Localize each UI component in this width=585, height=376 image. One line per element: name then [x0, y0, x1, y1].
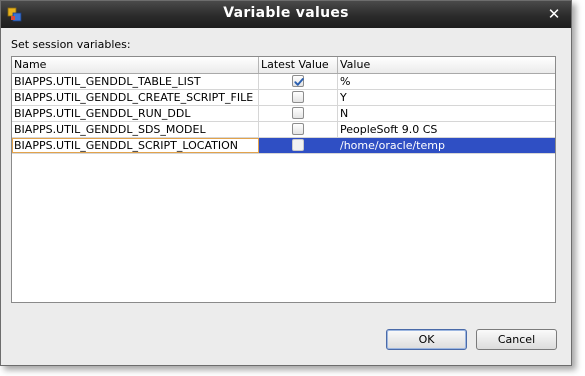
column-header-name[interactable]: Name: [12, 57, 259, 73]
variable-name-cell[interactable]: BIAPPS.UTIL_GENDDL_SDS_MODEL: [12, 122, 259, 137]
variable-value-cell[interactable]: /home/oracle/temp: [338, 138, 555, 153]
latest-value-checkbox[interactable]: [292, 123, 304, 135]
section-label: Set session variables:: [11, 38, 131, 51]
table-row[interactable]: BIAPPS.UTIL_GENDDL_SDS_MODEL PeopleSoft …: [12, 122, 555, 138]
variable-name-cell[interactable]: BIAPPS.UTIL_GENDDL_CREATE_SCRIPT_FILE: [12, 90, 259, 105]
variable-values-dialog: Variable values ✕ Set session variables:…: [0, 0, 572, 366]
title-bar[interactable]: Variable values ✕: [1, 1, 571, 28]
latest-value-checkbox[interactable]: [292, 107, 304, 119]
table-header: Name Latest Value Value: [12, 57, 555, 74]
variable-value-cell[interactable]: PeopleSoft 9.0 CS: [338, 122, 555, 137]
variable-name-cell[interactable]: BIAPPS.UTIL_GENDDL_SCRIPT_LOCATION: [12, 138, 259, 153]
dialog-title: Variable values: [223, 5, 349, 21]
table-row-selected[interactable]: BIAPPS.UTIL_GENDDL_SCRIPT_LOCATION /home…: [12, 138, 555, 154]
variable-value-cell[interactable]: %: [338, 74, 555, 89]
ok-button[interactable]: OK: [386, 329, 467, 350]
variables-table: Name Latest Value Value BIAPPS.UTIL_GEND…: [11, 56, 556, 303]
table-row[interactable]: BIAPPS.UTIL_GENDDL_TABLE_LIST %: [12, 74, 555, 90]
variable-value-cell[interactable]: N: [338, 106, 555, 121]
latest-value-cell: [259, 90, 338, 105]
table-row[interactable]: BIAPPS.UTIL_GENDDL_CREATE_SCRIPT_FILE Y: [12, 90, 555, 106]
checkmark-icon: [294, 78, 304, 86]
close-icon[interactable]: ✕: [545, 5, 563, 23]
column-header-value[interactable]: Value: [338, 57, 555, 73]
latest-value-cell: [259, 122, 338, 137]
variable-name-cell[interactable]: BIAPPS.UTIL_GENDDL_TABLE_LIST: [12, 74, 259, 89]
latest-value-checkbox[interactable]: [292, 91, 304, 103]
latest-value-checkbox[interactable]: [292, 75, 304, 87]
column-header-latest-value[interactable]: Latest Value: [259, 57, 338, 73]
table-row[interactable]: BIAPPS.UTIL_GENDDL_RUN_DDL N: [12, 106, 555, 122]
latest-value-cell: [259, 138, 338, 153]
latest-value-cell: [259, 106, 338, 121]
variable-name-cell[interactable]: BIAPPS.UTIL_GENDDL_RUN_DDL: [12, 106, 259, 121]
latest-value-cell: [259, 74, 338, 89]
cancel-button[interactable]: Cancel: [476, 329, 557, 350]
variable-value-cell[interactable]: Y: [338, 90, 555, 105]
latest-value-checkbox[interactable]: [292, 139, 304, 151]
